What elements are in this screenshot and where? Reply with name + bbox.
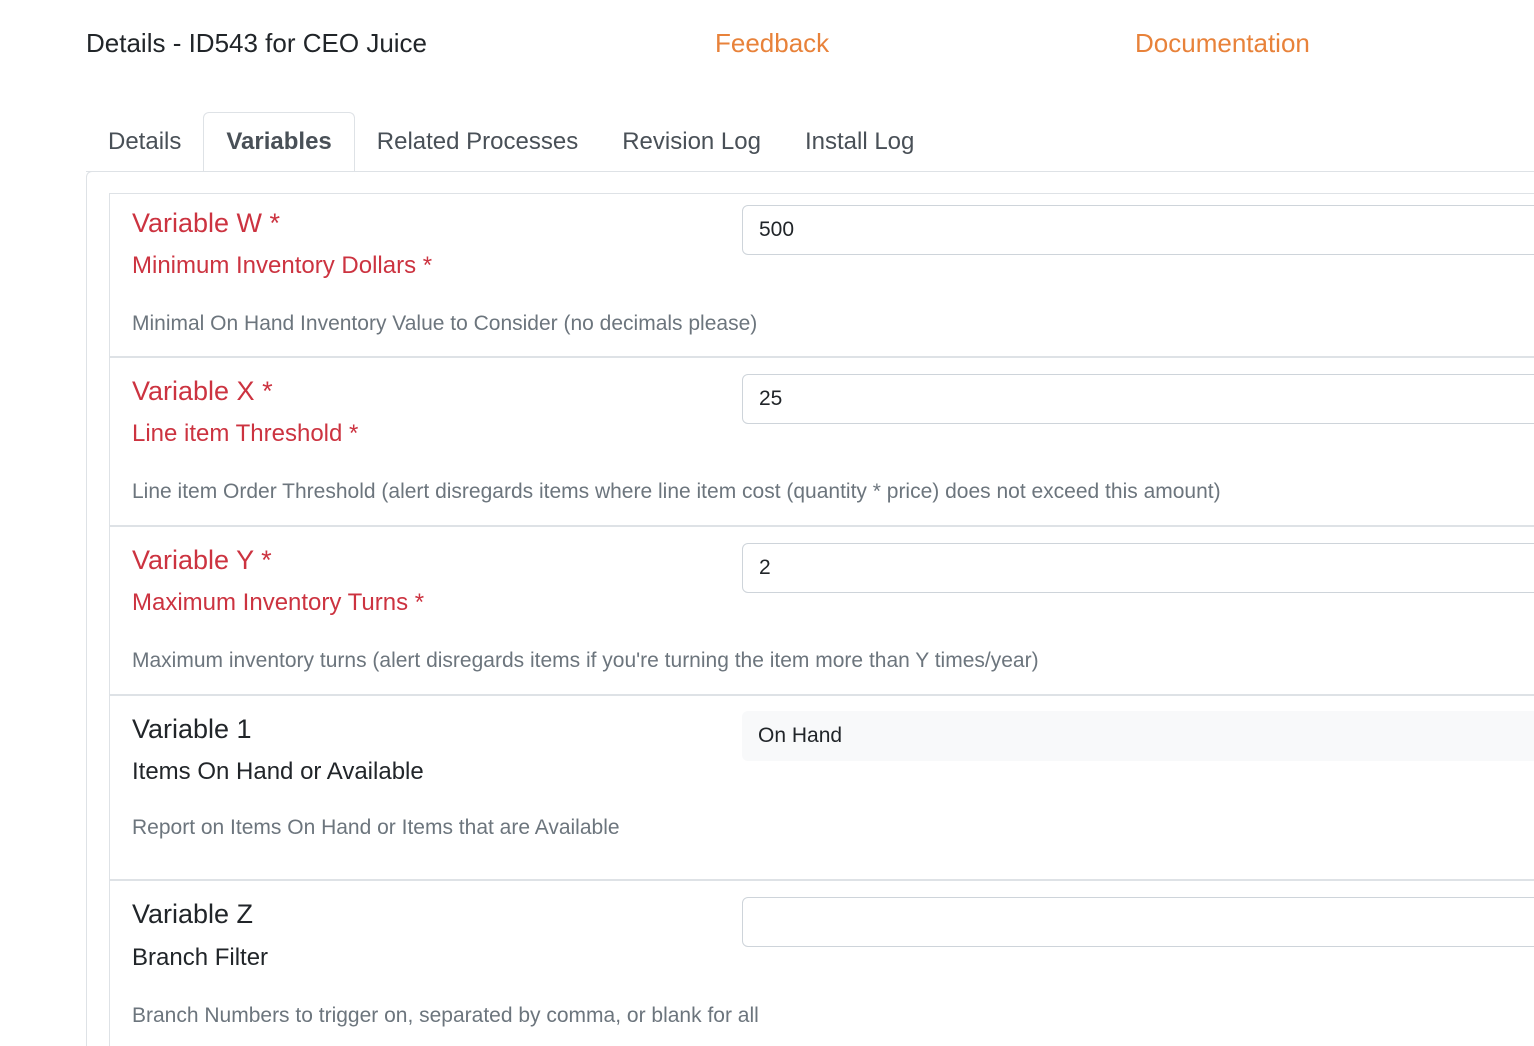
variable-subtitle: Line item Threshold * bbox=[132, 420, 359, 447]
variable-subtitle: Branch Filter bbox=[132, 944, 269, 971]
variable-subtitle: Minimum Inventory Dollars * bbox=[132, 252, 433, 279]
variable-card-w: Variable W * Minimum Inventory Dollars *… bbox=[109, 193, 1534, 357]
variable-title: Variable X * bbox=[132, 376, 273, 406]
variable-subtitle: Items On Hand or Available bbox=[132, 758, 424, 785]
variable-card-y: Variable Y * Maximum Inventory Turns * M… bbox=[109, 526, 1534, 695]
variable-card-z: Variable Z Branch Filter Branch Numbers … bbox=[109, 880, 1534, 1046]
variable-z-input[interactable] bbox=[742, 897, 1534, 947]
tab-bar: Details Variables Related Processes Revi… bbox=[86, 111, 1534, 172]
variable-title: Variable Z bbox=[132, 899, 254, 929]
variable-description: Line item Order Threshold (alert disrega… bbox=[132, 480, 1221, 503]
tab-related-processes[interactable]: Related Processes bbox=[355, 113, 600, 171]
variable-card-x: Variable X * Line item Threshold * Line … bbox=[109, 357, 1534, 526]
variable-title: Variable Y * bbox=[132, 545, 272, 575]
variable-description: Branch Numbers to trigger on, separated … bbox=[132, 1004, 759, 1027]
page-title: Details - ID543 for CEO Juice bbox=[86, 28, 428, 58]
tab-revision-log[interactable]: Revision Log bbox=[600, 113, 783, 171]
feedback-link[interactable]: Feedback bbox=[715, 28, 829, 59]
variables-panel: Variable W * Minimum Inventory Dollars *… bbox=[86, 171, 1534, 1046]
variable-y-input[interactable] bbox=[742, 543, 1534, 593]
variable-description: Report on Items On Hand or Items that ar… bbox=[132, 816, 620, 839]
variable-x-input[interactable] bbox=[742, 374, 1534, 424]
variable-w-input[interactable] bbox=[742, 205, 1534, 255]
tab-details[interactable]: Details bbox=[86, 113, 203, 171]
documentation-link[interactable]: Documentation bbox=[1135, 28, 1310, 59]
page: Details - ID543 for CEO Juice Feedback D… bbox=[0, 0, 1534, 1046]
variable-title: Variable 1 bbox=[132, 714, 252, 744]
variable-title: Variable W * bbox=[132, 208, 281, 238]
variable-description: Maximum inventory turns (alert disregard… bbox=[132, 649, 1039, 672]
variable-1-select[interactable]: On Hand bbox=[742, 711, 1534, 761]
variable-description: Minimal On Hand Inventory Value to Consi… bbox=[132, 312, 758, 335]
variable-card-1: Variable 1 Items On Hand or Available Re… bbox=[109, 695, 1534, 880]
tab-install-log[interactable]: Install Log bbox=[783, 113, 936, 171]
tab-variables[interactable]: Variables bbox=[203, 112, 355, 172]
variable-subtitle: Maximum Inventory Turns * bbox=[132, 589, 425, 616]
